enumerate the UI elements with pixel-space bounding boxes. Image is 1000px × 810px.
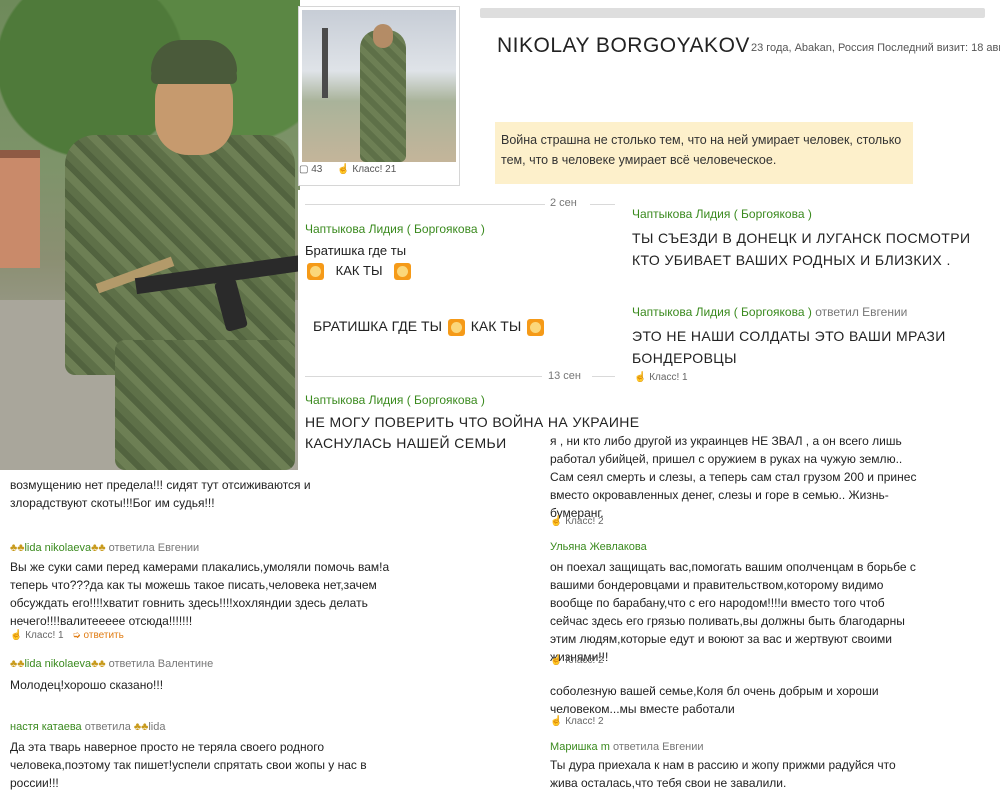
comment-text: БРАТИШКА ГДЕ ТЫ	[313, 318, 442, 334]
comment-text: ТЫ СЪЕЗДИ В ДОНЕЦК И ЛУГАНСК ПОСМОТРИ КТ…	[632, 230, 971, 268]
like-button[interactable]: ☝ Класс! 2	[550, 655, 604, 666]
comment-text: КАК ТЫ	[335, 263, 383, 278]
reply-to: ответила Евгении	[108, 542, 200, 554]
gold-symbol-icon: ♣♣	[10, 658, 25, 670]
comment-text: возмущению нет предела!!! сидят тут отси…	[10, 478, 311, 510]
comment-author[interactable]: Чаптыкова Лидия ( Боргоякова )	[305, 222, 485, 236]
reply-to: ответила Валентине	[108, 658, 214, 670]
gold-symbol-icon: ♣♣	[133, 721, 149, 733]
reply-to-name[interactable]: lida	[148, 721, 165, 733]
comment-text: Да эта тварь наверное просто не теряла с…	[10, 740, 367, 790]
gold-symbol-icon: ♣♣	[91, 542, 106, 554]
status-quote: Война страшна не столько тем, что на ней…	[495, 122, 913, 184]
profile-name[interactable]: NIKOLAY BORGOYAKOV	[497, 34, 750, 58]
comment-text: он поехал защищать вас,помогать вашим оп…	[550, 560, 916, 664]
soldier-photo	[0, 0, 300, 470]
comment-author[interactable]: Маришка m	[550, 741, 610, 753]
comment-author[interactable]: настя катаева	[10, 721, 82, 733]
comment-author[interactable]: lida nikolaeva	[24, 658, 91, 670]
likes-count[interactable]: ☝ Класс! 21	[337, 164, 402, 175]
comments-count[interactable]: ▢ 43	[299, 164, 328, 175]
comment-text: Ты дура приехала к нам в рассию и жопу п…	[550, 758, 896, 790]
gold-symbol-icon: ♣♣	[10, 542, 25, 554]
top-bar	[480, 8, 985, 18]
profile-photo-thumbnail[interactable]: ▢ 43 ☝ Класс! 21	[298, 6, 460, 186]
like-button[interactable]: ☝ Класс! 2	[550, 716, 604, 727]
comment-text: КАК ТЫ	[470, 318, 522, 334]
comment-date: 2 сен	[550, 197, 577, 209]
comment-author[interactable]: Ульяна Жевлакова	[550, 541, 647, 553]
gold-symbol-icon: ♣♣	[91, 658, 106, 670]
comment-text: Вы же суки сами перед камерами плакались…	[10, 560, 390, 628]
comment-author[interactable]: Чаптыкова Лидия ( Боргоякова )	[632, 305, 812, 319]
comment-date: 13 сен	[548, 370, 581, 382]
comment-text: я , ни кто либо другой из украинцев НЕ З…	[550, 434, 917, 520]
comment-author[interactable]: Чаптыкова Лидия ( Боргоякова )	[632, 207, 812, 221]
sad-emoji-icon	[307, 263, 324, 281]
comment-text: ЭТО НЕ НАШИ СОЛДАТЫ ЭТО ВАШИ МРАЗИ БОНДЕ…	[632, 328, 946, 366]
sad-emoji-icon	[447, 318, 465, 336]
reply-to: ответила Евгении	[612, 741, 704, 753]
comment-author[interactable]: Чаптыкова Лидия ( Боргоякова )	[305, 393, 485, 407]
comment-author[interactable]: lida nikolaeva	[24, 542, 91, 554]
comment-text: Молодец!хорошо сказано!!!	[10, 678, 164, 692]
like-button[interactable]: ☝ Класс! 2	[550, 516, 604, 527]
reply-button[interactable]: ➭ ответить	[72, 630, 123, 641]
comment-text: Братишка где ты	[305, 243, 407, 258]
sad-emoji-icon	[527, 318, 545, 336]
reply-to: ответил Евгении	[815, 305, 908, 319]
like-button[interactable]: ☝ Класс! 1	[10, 630, 64, 641]
comment-text: соболезную вашей семье,Коля бл очень доб…	[550, 684, 879, 716]
sad-emoji-icon	[394, 263, 412, 281]
reply-to: ответила	[84, 721, 131, 733]
like-button[interactable]: ☝ Класс! 1	[634, 372, 688, 383]
profile-meta: 23 года, Abakan, Россия Последний визит:…	[751, 42, 1000, 54]
